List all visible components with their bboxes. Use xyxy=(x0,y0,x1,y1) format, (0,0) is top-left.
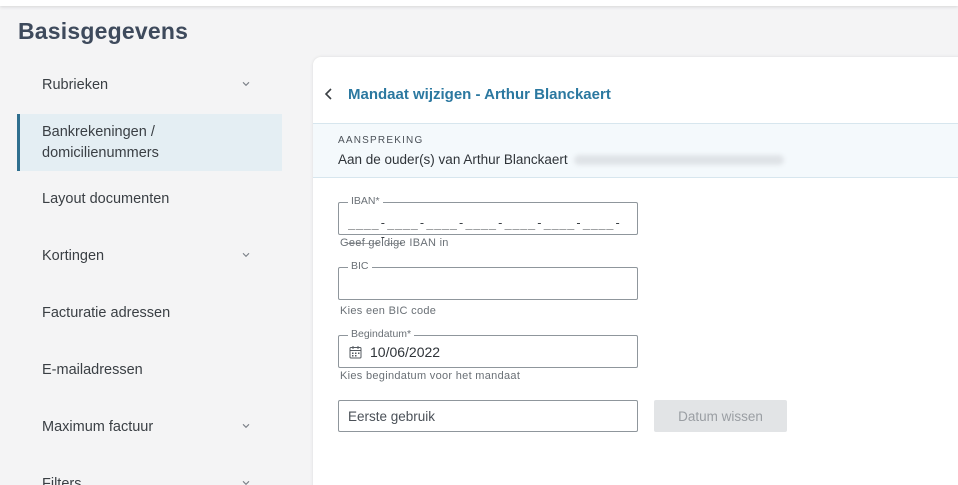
address-section: AANSPREKING Aan de ouder(s) van Arthur B… xyxy=(313,123,958,178)
sidebar-item-label: Layout documenten xyxy=(42,191,170,207)
sidebar-item-facturatie-adressen[interactable]: Facturatie adressen xyxy=(17,299,282,327)
iban-helper: Geef geldige IBAN in xyxy=(340,237,449,249)
sidebar-item-label: E-mailadressen xyxy=(42,362,143,378)
chevron-down-icon xyxy=(242,252,250,258)
iban-field[interactable]: IBAN* ____-____-____-____-____-____-____… xyxy=(338,195,638,244)
eerste-gebruik-placeholder: Eerste gebruik xyxy=(348,409,436,424)
page-title: Basisgegevens xyxy=(18,18,189,44)
bic-field[interactable]: BIC xyxy=(338,260,638,300)
chevron-left-icon[interactable] xyxy=(322,86,336,102)
address-text: Aan de ouder(s) van Arthur Blanckaert xyxy=(338,152,568,167)
clear-date-button[interactable]: Datum wissen xyxy=(654,400,787,432)
eerste-gebruik-field[interactable]: Eerste gebruik xyxy=(338,400,638,432)
sidebar-item-label: Bankrekeningen / domicilienummers xyxy=(42,123,159,161)
address-label: AANSPREKING xyxy=(338,135,424,146)
sidebar-item-label: Rubrieken xyxy=(42,77,109,93)
begindatum-value: 10/06/2022 xyxy=(370,344,441,360)
calendar-icon[interactable] xyxy=(349,345,362,359)
card-header: Mandaat wijzigen - Arthur Blanckaert xyxy=(313,57,958,123)
sidebar-item-label: Maximum factuur xyxy=(42,419,154,435)
mandate-card: Mandaat wijzigen - Arthur Blanckaert AAN… xyxy=(313,57,958,485)
top-bar xyxy=(0,0,958,6)
iban-label: IBAN* xyxy=(348,195,383,207)
begindatum-label: Begindatum* xyxy=(348,328,415,340)
sidebar-item-bankrekeningen[interactable]: Bankrekeningen / domicilienummers xyxy=(17,114,282,171)
sidebar-item-label: Facturatie adressen xyxy=(42,305,171,321)
sidebar-item-rubrieken[interactable]: Rubrieken xyxy=(17,71,282,99)
card-title: Mandaat wijzigen - Arthur Blanckaert xyxy=(348,86,611,103)
sidebar-item-label: Filters xyxy=(42,476,82,485)
chevron-down-icon xyxy=(242,81,250,87)
sidebar-item-e-mailadressen[interactable]: E-mailadressen xyxy=(17,356,282,384)
sidebar-item-layout-documenten[interactable]: Layout documenten xyxy=(17,185,282,213)
redacted-address xyxy=(573,155,784,166)
sidebar-item-maximum-factuur[interactable]: Maximum factuur xyxy=(17,413,282,441)
sidebar-item-label: Kortingen xyxy=(42,248,105,264)
chevron-down-icon xyxy=(242,480,250,485)
sidebar-item-kortingen[interactable]: Kortingen xyxy=(17,242,282,270)
begindatum-field[interactable]: Begindatum* 10/06/2022 xyxy=(338,328,638,368)
bic-label: BIC xyxy=(348,260,372,272)
begindatum-helper: Kies begindatum voor het mandaat xyxy=(340,370,521,382)
sidebar-item-filters[interactable]: Filters xyxy=(17,470,282,485)
chevron-down-icon xyxy=(242,423,250,429)
bic-helper: Kies een BIC code xyxy=(340,305,437,317)
address-value: Aan de ouder(s) van Arthur Blanckaert xyxy=(338,152,784,167)
